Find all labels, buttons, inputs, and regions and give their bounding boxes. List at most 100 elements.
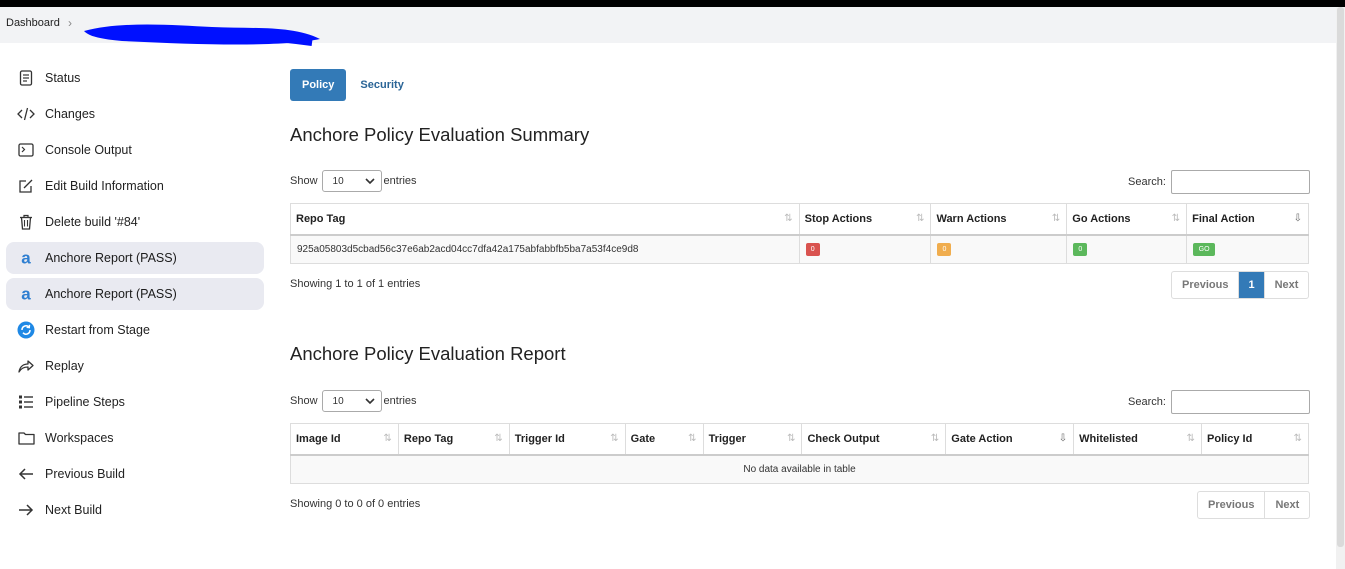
tab-security[interactable]: Security [348, 69, 415, 101]
column-label: Gate Action [951, 432, 1013, 445]
column-header-whitelisted[interactable]: Whitelisted ⇅ [1073, 423, 1203, 456]
column-label: Image Id [296, 432, 341, 445]
replay-icon [17, 357, 35, 375]
sidebar-item-console-output[interactable]: Console Output [6, 134, 264, 166]
sidebar-item-delete-build[interactable]: Delete build '#84' [6, 206, 264, 238]
cell-go-actions: 0 [1066, 234, 1188, 264]
column-label: Repo Tag [296, 212, 346, 225]
sidebar: Status Changes Console Output Edit Build… [6, 62, 264, 530]
breadcrumb-dashboard[interactable]: Dashboard [6, 17, 60, 29]
sidebar-item-label: Anchore Report (PASS) [45, 287, 177, 301]
sidebar-item-status[interactable]: Status [6, 62, 264, 94]
tab-policy[interactable]: Policy [290, 69, 347, 101]
column-header-gate-action[interactable]: Gate Action ⇩ [945, 423, 1075, 456]
previous-button[interactable]: Previous [1172, 272, 1240, 298]
sidebar-item-label: Pipeline Steps [45, 395, 125, 409]
sort-icon: ⇅ [1186, 433, 1196, 444]
sort-icon: ⇅ [930, 433, 940, 444]
sort-icon: ⇅ [916, 213, 925, 224]
report-entries-select[interactable]: 10 [321, 390, 382, 412]
next-button[interactable]: Next [1265, 272, 1309, 298]
show-label: Show [290, 395, 318, 407]
page-1-button[interactable]: 1 [1239, 272, 1265, 298]
next-button[interactable]: Next [1265, 492, 1309, 518]
column-label: Warn Actions [936, 212, 1007, 225]
sidebar-item-anchore-report[interactable]: a Anchore Report (PASS) [6, 242, 264, 274]
sidebar-item-label: Previous Build [45, 467, 125, 481]
terminal-icon [17, 141, 35, 159]
edit-icon [17, 177, 35, 195]
report-search-input[interactable] [1170, 390, 1310, 414]
cell-repo-tag: 925a05803d5cbad56c37e6ab2acd04cc7dfa42a1… [290, 234, 800, 264]
sidebar-item-next-build[interactable]: Next Build [6, 494, 264, 526]
column-header-gate[interactable]: Gate ⇅ [624, 423, 704, 456]
svg-text:a: a [21, 286, 31, 302]
folder-icon [17, 429, 35, 447]
arrow-right-icon [17, 501, 35, 519]
redaction-scribble [84, 24, 320, 46]
column-header-final-action[interactable]: Final Action ⇩ [1186, 203, 1309, 236]
sidebar-item-label: Delete build '#84' [45, 215, 141, 229]
table-row: 925a05803d5cbad56c37e6ab2acd04cc7dfa42a1… [290, 234, 1309, 264]
summary-pagination: Previous 1 Next [1171, 271, 1310, 299]
sidebar-item-previous-build[interactable]: Previous Build [6, 458, 264, 490]
column-label: Trigger Id [514, 432, 565, 445]
report-pagination: Previous Next [1197, 491, 1311, 519]
column-label: Whitelisted [1079, 432, 1138, 445]
sidebar-item-label: Replay [45, 359, 84, 373]
sidebar-item-label: Workspaces [45, 431, 114, 445]
arrow-left-icon [17, 465, 35, 483]
summary-entries-select[interactable]: 10 [321, 170, 382, 192]
sidebar-item-replay[interactable]: Replay [6, 350, 264, 382]
sort-icon: ⇅ [1293, 433, 1302, 444]
list-icon [17, 393, 35, 411]
search-label: Search: [1128, 176, 1166, 188]
column-header-trigger[interactable]: Trigger ⇅ [702, 423, 803, 456]
sidebar-item-pipeline-steps[interactable]: Pipeline Steps [6, 386, 264, 418]
column-header-repo-tag[interactable]: Repo Tag ⇅ [290, 203, 800, 236]
chevron-down-icon [364, 178, 375, 185]
sidebar-item-restart-from-stage[interactable]: Restart from Stage [6, 314, 264, 346]
sidebar-item-label: Next Build [45, 503, 102, 517]
sort-icon: ⇅ [787, 433, 796, 444]
summary-search-control: Search: [1128, 170, 1310, 194]
code-icon [17, 105, 35, 123]
column-label: Policy Id [1207, 432, 1253, 445]
sidebar-item-label: Console Output [45, 143, 132, 157]
report-info: Showing 0 to 0 of 0 entries [290, 498, 421, 510]
anchore-icon: a [17, 249, 35, 267]
report-search-control: Search: [1128, 390, 1310, 414]
column-header-warn-actions[interactable]: Warn Actions ⇅ [930, 203, 1068, 236]
summary-info: Showing 1 to 1 of 1 entries [290, 278, 421, 290]
breadcrumb: Dashboard › [0, 7, 1336, 46]
column-header-trigger-id[interactable]: Trigger Id ⇅ [508, 423, 626, 456]
top-bar [0, 0, 1345, 7]
sort-icon: ⇅ [1171, 213, 1181, 224]
sidebar-item-edit-build-information[interactable]: Edit Build Information [6, 170, 264, 202]
column-header-image-id[interactable]: Image Id ⇅ [290, 423, 399, 456]
column-header-repo-tag[interactable]: Repo Tag ⇅ [397, 423, 510, 456]
warn-badge: 0 [937, 242, 952, 256]
scrollbar-thumb[interactable] [1337, 7, 1344, 547]
sidebar-item-changes[interactable]: Changes [6, 98, 264, 130]
report-length-control: Show 10 entries [290, 390, 417, 412]
column-header-policy-id[interactable]: Policy Id ⇅ [1201, 423, 1309, 456]
column-label: Go Actions [1072, 212, 1131, 225]
select-value: 10 [332, 395, 344, 407]
column-header-stop-actions[interactable]: Stop Actions ⇅ [798, 203, 932, 236]
column-header-check-output[interactable]: Check Output ⇅ [801, 423, 947, 456]
anchore-icon: a [17, 285, 35, 303]
sidebar-item-label: Edit Build Information [45, 179, 164, 193]
column-label: Check Output [807, 432, 880, 445]
column-label: Gate [630, 432, 656, 445]
search-label: Search: [1128, 396, 1166, 408]
sort-desc-icon: ⇩ [1058, 433, 1068, 444]
previous-button[interactable]: Previous [1198, 492, 1266, 518]
sidebar-item-anchore-report-2[interactable]: a Anchore Report (PASS) [6, 278, 264, 310]
status-icon [17, 69, 35, 87]
sort-icon: ⇅ [383, 433, 392, 444]
entries-label: entries [383, 175, 417, 187]
column-header-go-actions[interactable]: Go Actions ⇅ [1066, 203, 1188, 236]
summary-search-input[interactable] [1170, 170, 1310, 194]
sidebar-item-workspaces[interactable]: Workspaces [6, 422, 264, 454]
